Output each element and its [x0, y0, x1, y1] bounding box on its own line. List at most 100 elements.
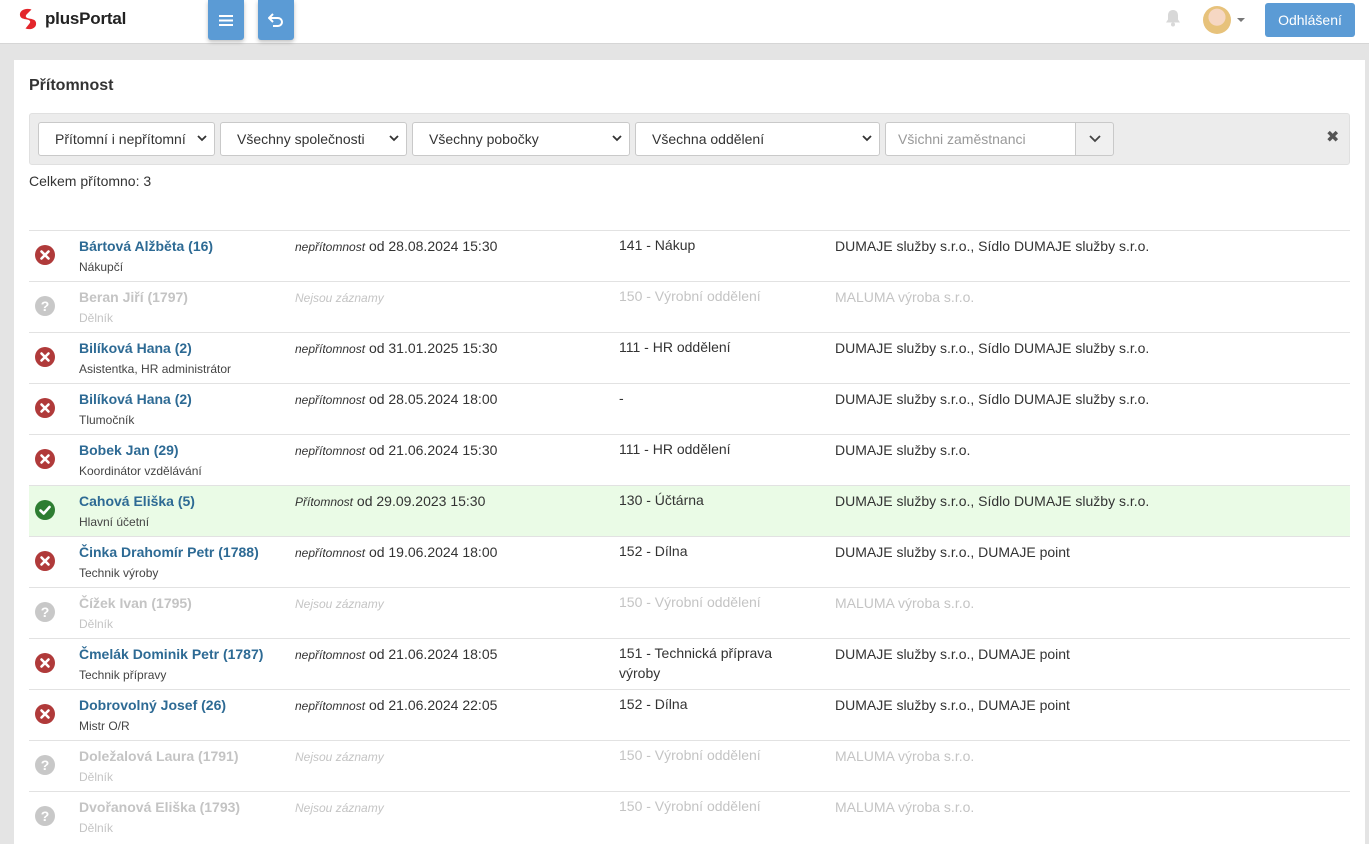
absent-x-icon [35, 449, 55, 469]
employee-department: 150 - Výrobní oddělení [619, 594, 761, 610]
employee-company: MALUMA výroba s.r.o. [835, 748, 975, 764]
employee-search-input[interactable] [885, 122, 1077, 156]
employee-department: 141 - Nákup [619, 237, 696, 253]
employee-name-link[interactable]: Doležalová Laura (1791) [79, 748, 239, 764]
employee-name-link[interactable]: Dvořanová Eliška (1793) [79, 799, 240, 815]
presence-event: nepřítomnost od 21.06.2024 15:30 [295, 442, 497, 458]
employee-position: Mistr O/R [79, 719, 130, 733]
employee-company: MALUMA výroba s.r.o. [835, 289, 975, 305]
employee-company: DUMAJE služby s.r.o., DUMAJE point [835, 544, 1070, 560]
employee-department: - [619, 390, 624, 406]
event-type: nepřítomnost [295, 699, 366, 713]
presence-event: nepřítomnost od 28.05.2024 18:00 [295, 391, 497, 407]
event-time: od 29.09.2023 15:30 [356, 493, 486, 509]
employee-company: DUMAJE služby s.r.o., Sídlo DUMAJE služb… [835, 493, 1150, 509]
svg-text:?: ? [41, 298, 50, 314]
table-row: ? Beran Jiří (1797) Dělník Nejsou záznamy 1… [29, 281, 1350, 332]
event-type: nepřítomnost [295, 444, 366, 458]
employee-department: 150 - Výrobní oddělení [619, 288, 761, 304]
presence-event: nepřítomnost od 21.06.2024 18:05 [295, 646, 497, 662]
event-type: nepřítomnost [295, 648, 366, 662]
employee-position: Dělník [79, 311, 114, 325]
employee-company: DUMAJE služby s.r.o., DUMAJE point [835, 646, 1070, 662]
event-type: nepřítomnost [295, 240, 366, 254]
notification-bell-icon[interactable] [1164, 8, 1182, 28]
employee-department: 152 - Dílna [619, 696, 688, 712]
employee-position: Nákupčí [79, 260, 124, 274]
employee-name-link[interactable]: Cahová Eliška (5) [79, 493, 195, 509]
employee-position: Hlavní účetní [79, 515, 150, 529]
employee-name-link[interactable]: Bilíková Hana (2) [79, 391, 192, 407]
question-mark-icon: ? [35, 806, 55, 826]
employee-name-link[interactable]: Bilíková Hana (2) [79, 340, 192, 356]
employee-name-link[interactable]: Beran Jiří (1797) [79, 289, 188, 305]
company-filter-value: Všechny společnosti [237, 131, 365, 147]
question-mark-icon: ? [35, 755, 55, 775]
employee-dropdown-button[interactable] [1075, 122, 1114, 156]
presence-event: Přítomnost od 29.09.2023 15:30 [295, 493, 485, 509]
employee-department: 111 - HR oddělení [619, 441, 731, 457]
table-row: Bilíková Hana (2) Tlumočník nepřítomnost o… [29, 383, 1350, 434]
question-mark-icon: ? [35, 602, 55, 622]
event-type: nepřítomnost [295, 393, 366, 407]
chevron-down-icon [389, 135, 399, 142]
svg-text:?: ? [41, 757, 50, 773]
branch-filter-value: Všechny pobočky [429, 131, 539, 147]
employee-position: Dělník [79, 821, 114, 835]
presence-event: nepřítomnost od 21.06.2024 22:05 [295, 697, 497, 713]
chevron-down-icon [1088, 135, 1101, 143]
table-row: Bártová Alžběta (16) Nákupčí nepřítomnost … [29, 230, 1350, 281]
event-type: Přítomnost [295, 495, 354, 509]
department-filter-select[interactable]: Všechna oddělení [635, 122, 880, 156]
page-title: Přítomnost [29, 77, 114, 94]
presence-event: Nejsou záznamy [295, 748, 384, 764]
menu-button[interactable] [208, 0, 244, 40]
logout-button[interactable]: Odhlášení [1265, 3, 1355, 37]
event-time: od 21.06.2024 22:05 [368, 697, 498, 713]
event-type: Nejsou záznamy [295, 291, 384, 305]
employee-name-link[interactable]: Čížek Ivan (1795) [79, 595, 192, 611]
table-row: ? Doležalová Laura (1791) Dělník Nejsou záz… [29, 740, 1350, 791]
event-time: od 21.06.2024 15:30 [368, 442, 498, 458]
employee-department: 130 - Účtárna [619, 492, 704, 508]
employee-name-link[interactable]: Čmelák Dominik Petr (1787) [79, 646, 263, 662]
department-filter-value: Všechna oddělení [652, 131, 765, 147]
caret-down-icon[interactable] [1237, 18, 1245, 22]
back-button[interactable] [258, 0, 294, 40]
chevron-down-icon [197, 135, 207, 142]
employee-company: DUMAJE služby s.r.o., DUMAJE point [835, 697, 1070, 713]
employee-name-link[interactable]: Dobrovolný Josef (26) [79, 697, 226, 713]
absent-x-icon [35, 347, 55, 367]
company-filter-select[interactable]: Všechny společnosti [220, 122, 407, 156]
presence-event: Nejsou záznamy [295, 595, 384, 611]
presence-event: nepřítomnost od 19.06.2024 18:00 [295, 544, 497, 560]
employee-department: 111 - HR oddělení [619, 339, 731, 355]
employee-name-link[interactable]: Bártová Alžběta (16) [79, 238, 213, 254]
svg-text:?: ? [41, 808, 50, 824]
absent-x-icon [35, 551, 55, 571]
app-logo[interactable]: plusPortal [16, 7, 126, 31]
employee-position: Dělník [79, 617, 114, 631]
top-bar: plusPortal Odhlášení [0, 0, 1369, 44]
branch-filter-select[interactable]: Všechny pobočky [412, 122, 630, 156]
plusportal-logo-icon [19, 8, 37, 30]
employee-name-link[interactable]: Činka Drahomír Petr (1788) [79, 544, 259, 560]
employee-department: 152 - Dílna [619, 543, 688, 559]
presence-filter-select[interactable]: Přítomní i nepřítomní [38, 122, 215, 156]
employee-position: Technik výroby [79, 566, 159, 580]
user-avatar[interactable] [1203, 6, 1231, 34]
event-time: od 31.01.2025 15:30 [368, 340, 498, 356]
event-type: Nejsou záznamy [295, 750, 384, 764]
chevron-down-icon [862, 135, 872, 142]
undo-arrow-icon [268, 13, 283, 27]
employee-company: MALUMA výroba s.r.o. [835, 595, 975, 611]
total-present-count: Celkem přítomno: 3 [29, 173, 152, 189]
clear-filters-icon[interactable]: ✖ [1326, 127, 1339, 147]
event-type: nepřítomnost [295, 342, 366, 356]
employee-position: Tlumočník [79, 413, 135, 427]
svg-text:?: ? [41, 604, 50, 620]
absent-x-icon [35, 704, 55, 724]
employee-name-link[interactable]: Bobek Jan (29) [79, 442, 179, 458]
event-type: nepřítomnost [295, 546, 366, 560]
main-panel: Přítomnost Přítomní i nepřítomní Všechny… [14, 60, 1365, 844]
